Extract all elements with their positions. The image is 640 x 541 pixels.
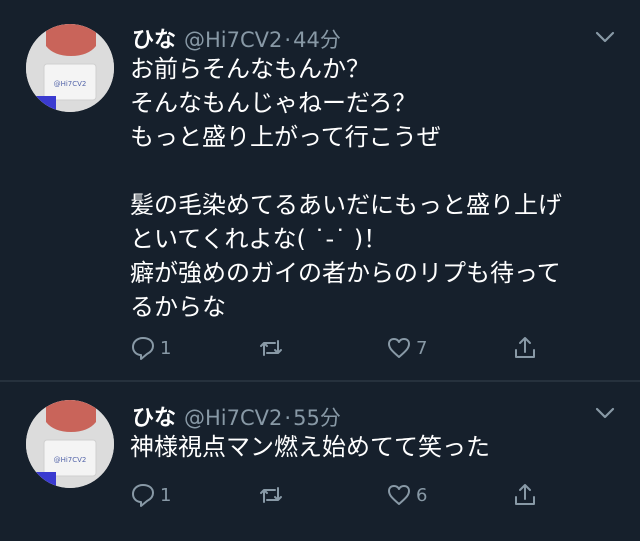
separator: · xyxy=(284,28,292,52)
share-button[interactable] xyxy=(512,482,538,508)
share-button[interactable] xyxy=(512,335,538,361)
reply-button[interactable]: 1 xyxy=(130,482,171,508)
timestamp[interactable]: 55分 xyxy=(293,402,341,432)
retweet-button[interactable] xyxy=(258,335,288,361)
like-count: 6 xyxy=(416,484,428,506)
avatar[interactable]: @Hi7CV2 xyxy=(26,24,114,112)
tweet-actions: 1 7 xyxy=(130,335,550,365)
like-button[interactable]: 6 xyxy=(386,482,427,508)
display-name[interactable]: ひな xyxy=(132,400,176,432)
tweet-header: ひな @Hi7CV2 · 55分 xyxy=(132,400,341,432)
tweet-actions: 1 6 xyxy=(130,482,550,512)
avatar-photo: @Hi7CV2 xyxy=(26,400,114,488)
reply-icon xyxy=(132,337,154,360)
like-count: 7 xyxy=(416,337,428,359)
like-button[interactable]: 7 xyxy=(386,335,427,361)
tweet[interactable]: @Hi7CV2 ひな @Hi7CV2 · 55分 神様視点マン燃え始めてて笑った… xyxy=(0,382,640,541)
tweet-text: お前らそんなもんか？ そんなもんじゃねーだろ？ もっと盛り上がって行こうぜ 髪の… xyxy=(130,55,562,321)
avatar-photo: @Hi7CV2 xyxy=(26,24,114,112)
like-icon xyxy=(388,485,410,505)
reply-button[interactable]: 1 xyxy=(130,335,171,361)
share-icon xyxy=(515,337,535,358)
chevron-down-icon[interactable] xyxy=(594,30,616,44)
avatar[interactable]: @Hi7CV2 xyxy=(26,400,114,488)
reply-count: 1 xyxy=(160,484,172,506)
user-handle[interactable]: @Hi7CV2 xyxy=(184,406,282,430)
tweet[interactable]: @Hi7CV2 ひな @Hi7CV2 · 44分 お前らそんなもんか？ そんなも… xyxy=(0,0,640,381)
retweet-button[interactable] xyxy=(258,482,288,508)
chevron-down-icon[interactable] xyxy=(594,406,616,420)
avatar-card-text: @Hi7CV2 xyxy=(54,456,87,464)
avatar-card-text: @Hi7CV2 xyxy=(54,80,87,88)
tweet-header: ひな @Hi7CV2 · 44分 xyxy=(132,22,341,54)
retweet-icon xyxy=(260,487,282,503)
like-icon xyxy=(388,338,410,358)
reply-icon xyxy=(132,484,154,507)
tweet-text: 神様視点マン燃え始めてて笑った xyxy=(130,433,490,461)
timestamp[interactable]: 44分 xyxy=(293,24,341,54)
display-name[interactable]: ひな xyxy=(132,22,176,54)
reply-count: 1 xyxy=(160,337,172,359)
separator: · xyxy=(284,406,292,430)
retweet-icon xyxy=(260,340,282,356)
share-icon xyxy=(515,484,535,505)
user-handle[interactable]: @Hi7CV2 xyxy=(184,28,282,52)
